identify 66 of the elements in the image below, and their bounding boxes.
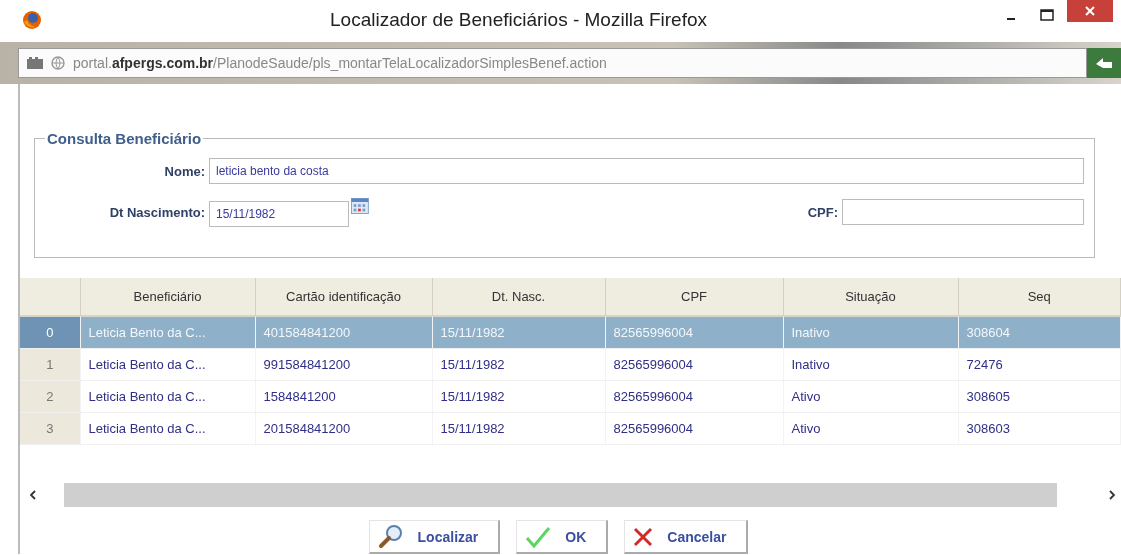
table-cell: Inativo [783, 316, 958, 349]
close-icon [633, 526, 654, 547]
table-cell: 82565996004 [605, 348, 783, 381]
row-number: 2 [20, 380, 80, 413]
table-row[interactable]: 3 Leticia Bento da C... 201584841200 15/11/1982 82565996004 Ativo 308603 [20, 412, 1121, 445]
column-header[interactable]: Dt. Nasc. [432, 278, 605, 316]
url-text: portal.afpergs.com.br/PlanodeSaude/pls_montarTelaLocalizadorSimplesBenef.action [73, 55, 607, 71]
column-header[interactable]: Seq [958, 278, 1121, 316]
scroll-right-icon[interactable] [1107, 489, 1117, 501]
input-field[interactable]: leticia bento da costa [209, 158, 1084, 184]
field-label: Dt Nascimento: [108, 204, 205, 220]
table-cell: Ativo [783, 412, 958, 445]
magnifier-icon [377, 523, 404, 550]
window-title: Localizador de Beneficiários - Mozilla Firefox [329, 9, 708, 31]
table-cell: 991584841200 [255, 348, 432, 381]
row-number-header [20, 278, 80, 316]
table-cell: 308605 [958, 380, 1121, 413]
field-label: Nome: [163, 163, 205, 179]
input-field[interactable] [842, 199, 1084, 225]
table-cell: 308603 [958, 412, 1121, 445]
table-cell: 15/11/1982 [432, 412, 605, 445]
globe-icon [51, 56, 65, 70]
table-cell: Leticia Bento da C... [80, 316, 255, 349]
row-number: 1 [20, 348, 80, 381]
check-icon [525, 525, 552, 548]
row-number: 3 [20, 412, 80, 445]
cancel-button[interactable]: Cancelar [624, 520, 749, 554]
close-button[interactable] [1067, 0, 1113, 22]
table-cell: 201584841200 [255, 412, 432, 445]
table-cell: 82565996004 [605, 316, 783, 349]
field-label: CPF: [806, 204, 838, 220]
browser-logo-icon [22, 10, 42, 30]
column-header[interactable]: Beneficiário [80, 278, 255, 316]
table-cell: Leticia Bento da C... [80, 412, 255, 445]
row-number: 0 [20, 316, 80, 349]
column-header[interactable]: Situação [783, 278, 958, 316]
arrow-icon [1094, 56, 1114, 70]
table-cell: Leticia Bento da C... [80, 380, 255, 413]
table-cell: Inativo [783, 348, 958, 381]
search-button[interactable]: Localizar [368, 520, 501, 554]
scroll-left-icon[interactable] [28, 489, 38, 501]
address-bar[interactable]: portal.afpergs.com.br/PlanodeSaude/pls_montarTelaLocalizadorSimplesBenef.action [18, 48, 1087, 78]
table-cell: Ativo [783, 380, 958, 413]
close-icon [1085, 6, 1095, 16]
group-title: Consulta Beneficiário [46, 130, 203, 147]
go-button[interactable] [1087, 48, 1121, 78]
table-cell: 15/11/1982 [432, 380, 605, 413]
minimize-icon [1007, 18, 1015, 20]
table-cell: 82565996004 [605, 412, 783, 445]
table-cell: 15/11/1982 [432, 348, 605, 381]
table-cell: 401584841200 [255, 316, 432, 349]
table-cell: Leticia Bento da C... [80, 348, 255, 381]
column-header[interactable]: CPF [605, 278, 783, 316]
maximize-icon [1040, 9, 1054, 21]
table-cell: 1584841200 [255, 380, 432, 413]
table-row[interactable]: 2 Leticia Bento da C... 1584841200 15/11/1982 82565996004 Ativo 308605 [20, 380, 1121, 413]
date-field[interactable]: 15/11/1982 [209, 201, 350, 227]
calendar-icon[interactable] [351, 197, 369, 215]
table-cell: 82565996004 [605, 380, 783, 413]
table-cell: 15/11/1982 [432, 316, 605, 349]
ok-button[interactable]: OK [516, 520, 609, 554]
table-cell: 308604 [958, 316, 1121, 349]
table-cell: 72476 [958, 348, 1121, 381]
page-icon [27, 57, 43, 69]
column-header[interactable]: Cartão identificação [255, 278, 432, 316]
table-row[interactable]: 1 Leticia Bento da C... 991584841200 15/11/1982 82565996004 Inativo 72476 [20, 348, 1121, 381]
